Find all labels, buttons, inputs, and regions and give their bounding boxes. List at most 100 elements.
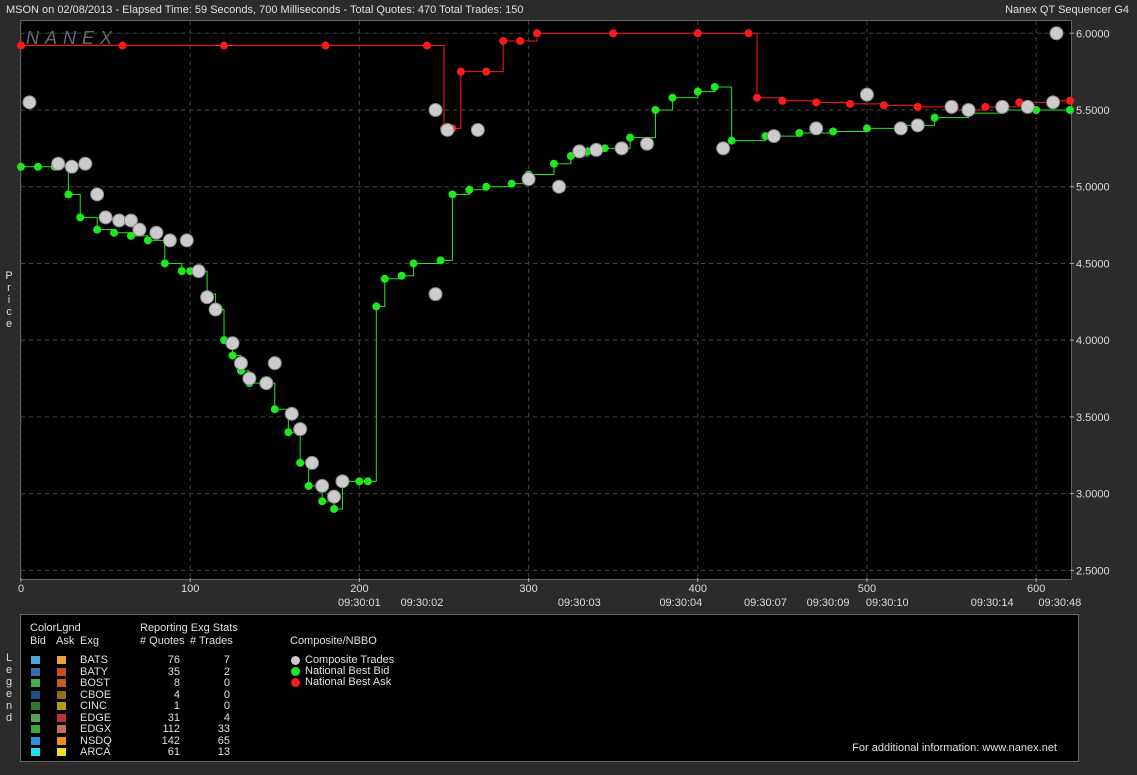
trade-count: 65 <box>217 734 230 747</box>
trade-marker <box>132 222 147 237</box>
trade-marker <box>521 172 536 187</box>
time-label: 09:30:02 <box>401 597 444 609</box>
series-line <box>21 32 1070 129</box>
series-marker <box>1066 96 1074 105</box>
series-marker <box>436 256 445 265</box>
exchange-name: BATS <box>80 654 108 666</box>
trade-marker <box>766 129 781 144</box>
bid-color-swatch <box>31 725 40 733</box>
trade-marker <box>22 95 37 110</box>
bid-color-swatch <box>31 713 40 722</box>
trade-marker <box>51 156 66 171</box>
trade-marker <box>305 455 320 470</box>
series-marker <box>981 102 990 111</box>
bid-color-swatch <box>31 748 40 756</box>
trade-marker <box>572 144 587 159</box>
trade-marker <box>1020 99 1035 114</box>
trade-marker <box>208 302 223 317</box>
y-tick-label: 4.0000 <box>1076 335 1110 347</box>
quote-count: 1 <box>173 700 180 712</box>
series-marker <box>482 67 491 76</box>
trade-marker <box>225 336 240 351</box>
trade-marker <box>944 99 959 114</box>
quote-count: 8 <box>173 677 180 689</box>
quotes-header: # Quotes <box>140 635 185 647</box>
quote-count: 4 <box>173 688 180 701</box>
trade-marker <box>242 371 257 386</box>
series-marker <box>380 274 389 283</box>
series-marker <box>913 102 922 111</box>
series-marker <box>693 87 702 96</box>
exchange-name: CBOE <box>80 688 112 701</box>
exchange-name: EDGX <box>80 723 112 735</box>
trade-marker <box>162 233 177 248</box>
trade-marker <box>200 290 215 305</box>
series-marker <box>296 458 305 467</box>
trade-count: 0 <box>223 688 230 701</box>
ask-header: Ask <box>56 635 75 647</box>
x-tick-label: 600 <box>1027 583 1045 595</box>
trade-marker <box>233 356 248 371</box>
series-marker <box>609 29 618 38</box>
ask-color-swatch <box>57 679 66 687</box>
trade-marker <box>716 141 731 156</box>
series-marker <box>220 41 229 50</box>
series-marker <box>448 190 457 199</box>
watermark-text: NANEX <box>26 28 118 48</box>
exchange-name: CINC <box>80 700 107 712</box>
trade-marker <box>191 264 206 279</box>
trade-count: 13 <box>217 746 230 758</box>
time-label: 09:30:04 <box>659 597 702 609</box>
trade-marker <box>910 118 925 133</box>
time-label: 09:30:09 <box>807 597 850 609</box>
x-tick-label: 0 <box>18 583 24 595</box>
series-marker <box>143 236 152 245</box>
bid-color-swatch <box>31 736 40 745</box>
series-marker <box>160 259 169 268</box>
trade-marker <box>809 121 824 136</box>
series-marker <box>64 190 73 199</box>
y-tick-label: 5.0000 <box>1076 182 1110 194</box>
legend-side-label: Legend <box>5 652 13 724</box>
exchange-name: BATY <box>80 665 108 678</box>
composite-legend-marker <box>291 656 300 665</box>
composite-legend-label: National Best Ask <box>305 676 392 688</box>
series-marker <box>626 133 635 142</box>
trade-marker <box>267 356 282 371</box>
series-marker <box>778 96 787 105</box>
series-marker <box>93 225 102 234</box>
trade-marker <box>552 179 567 194</box>
trade-marker <box>149 225 164 240</box>
series-marker <box>456 67 465 76</box>
y-tick-label: 3.5000 <box>1076 412 1110 424</box>
series-marker <box>668 93 677 102</box>
series-marker <box>482 182 491 191</box>
series-marker <box>110 228 119 237</box>
series-marker <box>372 302 381 311</box>
y-tick-label: 4.5000 <box>1076 258 1110 270</box>
trade-marker <box>1049 26 1064 41</box>
trade-marker <box>614 141 629 156</box>
series-marker <box>516 36 525 45</box>
y-tick-label: 5.5000 <box>1076 105 1110 117</box>
series-marker <box>465 185 474 194</box>
ask-color-swatch <box>57 690 66 699</box>
time-label: 09:30:10 <box>866 597 909 609</box>
trade-marker <box>293 422 308 437</box>
series-marker <box>409 259 418 268</box>
ask-color-swatch <box>57 656 66 664</box>
trade-marker <box>90 187 105 202</box>
bid-color-swatch <box>31 702 40 710</box>
quote-count: 112 <box>162 723 180 735</box>
bid-header: Bid <box>30 635 46 647</box>
series-marker <box>228 351 237 360</box>
composite-legend-marker <box>291 678 300 687</box>
time-label: 09:30:07 <box>744 597 787 609</box>
y-tick-label: 3.0000 <box>1076 489 1110 501</box>
bid-color-swatch <box>31 690 40 699</box>
x-tick-label: 400 <box>689 583 707 595</box>
exchange-name: NSDQ <box>80 734 112 747</box>
series-marker <box>118 41 127 50</box>
trade-marker <box>470 122 485 137</box>
time-label: 09:30:01 <box>338 597 381 609</box>
